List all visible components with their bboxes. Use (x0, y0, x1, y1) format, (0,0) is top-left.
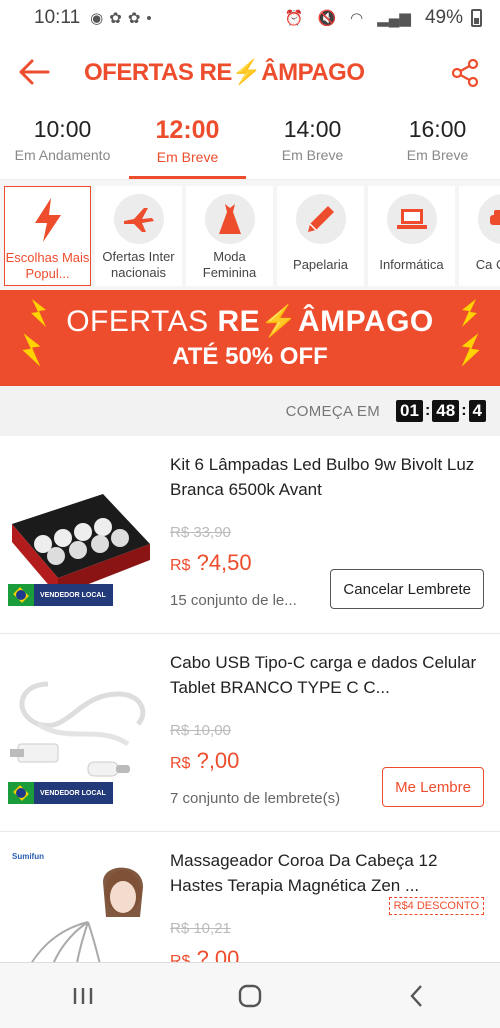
tab-1000[interactable]: 10:00 Em Andamento (0, 108, 125, 179)
tab-time: 12:00 (155, 116, 220, 144)
price-value: ?4,50 (196, 550, 252, 575)
back-icon[interactable] (397, 976, 437, 1016)
countdown-minutes: 48 (432, 400, 460, 422)
discount-badge: R$4 DESCONTO (388, 897, 484, 915)
lightning-icon (462, 299, 477, 327)
tab-status: Em Andamento (14, 147, 111, 163)
laptop-icon (386, 194, 437, 244)
system-nav-bar (0, 962, 500, 1028)
category-strip: Escolhas Mais Popul... Ofertas Inter nac… (0, 180, 500, 290)
product-item[interactable]: VENDEDOR LOCAL Kit 6 Lâmpadas Led Bulbo … (0, 436, 500, 634)
category-stationery[interactable]: Papelaria (277, 186, 364, 286)
airplane-icon (113, 194, 164, 244)
home-icon[interactable] (230, 976, 270, 1016)
banner-title-b: RE⚡ÂMPAGO (217, 305, 434, 338)
category-computers[interactable]: Informática (368, 186, 455, 286)
product-name: Kit 6 Lâmpadas Led Bulbo 9w Bivolt Luz B… (170, 455, 475, 499)
seller-badge-text: VENDEDOR LOCAL (40, 591, 106, 599)
pencil-icon (295, 194, 346, 244)
page-title: OFERTAS RE⚡ÂMPAGO (84, 59, 365, 86)
back-arrow-icon[interactable] (18, 54, 54, 90)
countdown-bar: COMEÇA EM 01 : 48 : 4 (0, 386, 500, 436)
status-bar: 10:11 ◉ ✿ ✿ • ⏰ 🔇 ◠ ▂▄▆ 49% (0, 0, 500, 36)
time-slot-tabs: 10:00 Em Andamento 12:00 Em Breve 14:00 … (0, 108, 500, 180)
tab-time: 16:00 (408, 116, 467, 142)
brazil-flag-icon (8, 584, 34, 606)
category-label: Moda Feminina (202, 249, 257, 280)
signal-icon: ▂▄▆ (377, 10, 411, 27)
tab-1600[interactable]: 16:00 Em Breve (375, 108, 500, 179)
local-seller-badge: VENDEDOR LOCAL (8, 782, 113, 804)
flash-price: R$ ?4,50 (170, 550, 252, 576)
reminder-count: 15 conjunto de le... (170, 592, 297, 609)
tab-time: 10:00 (33, 116, 92, 142)
battery-percent: 49% (424, 7, 463, 28)
countdown-separator: : (461, 402, 467, 419)
lightning-icon (31, 299, 46, 327)
tab-status: Em Breve (281, 147, 344, 163)
product-name: Massageador Coroa Da Cabeça 12 Hastes Te… (170, 851, 438, 895)
category-label: Papelaria (293, 257, 348, 272)
product-name: Cabo USB Tipo-C carga e dados Celular Ta… (170, 653, 477, 697)
category-kitchen[interactable]: Ca Cozin (459, 186, 500, 286)
local-seller-badge: VENDEDOR LOCAL (8, 584, 113, 606)
countdown-label: COMEÇA EM (285, 402, 381, 420)
price-currency: R$ (170, 755, 191, 772)
category-label: Informática (379, 257, 444, 272)
tab-status: Em Breve (406, 147, 469, 163)
alarm-icon: ⏰ (284, 10, 304, 27)
recent-apps-icon[interactable] (63, 976, 103, 1016)
notification-icon: ✿ (109, 10, 122, 27)
category-international[interactable]: Ofertas Inter nacionais (95, 186, 182, 286)
banner-subtitle: ATÉ 50% OFF (172, 343, 328, 370)
battery-icon (471, 9, 482, 27)
category-label: Ca Cozin (475, 257, 500, 272)
flash-price: R$ ?,00 (170, 748, 239, 774)
share-icon[interactable] (450, 58, 482, 90)
mute-icon: 🔇 (317, 10, 337, 27)
tab-status: Em Breve (156, 149, 219, 165)
lightning-icon (461, 333, 480, 367)
whatsapp-icon: ◉ (90, 10, 104, 27)
product-item[interactable]: VENDEDOR LOCAL Cabo USB Tipo-C carga e d… (0, 634, 500, 832)
product-image: VENDEDOR LOCAL (8, 456, 153, 606)
remind-me-button[interactable]: Me Lembre (382, 767, 484, 807)
reminder-count: 7 conjunto de lembrete(s) (170, 790, 341, 807)
countdown-separator: : (424, 402, 431, 419)
tab-1400[interactable]: 14:00 Em Breve (250, 108, 375, 179)
wifi-icon: ◠ (350, 10, 364, 27)
tab-1200[interactable]: 12:00 Em Breve (125, 108, 250, 179)
notification-icon-2: ✿ (127, 10, 141, 27)
brand-label: Sumifun (12, 852, 44, 861)
original-price: R$ 10,21 (170, 920, 231, 937)
original-price: R$ 33,90 (170, 524, 231, 541)
sofa-icon (477, 194, 500, 244)
dress-icon (204, 194, 255, 244)
countdown-seconds: 4 (468, 400, 486, 422)
cancel-reminder-button[interactable]: Cancelar Lembrete (330, 569, 484, 609)
original-price: R$ 10,00 (170, 722, 231, 739)
header: OFERTAS RE⚡ÂMPAGO (0, 36, 500, 108)
tab-time: 14:00 (283, 116, 342, 142)
category-popular[interactable]: Escolhas Mais Popul... (4, 186, 91, 286)
countdown-hours: 01 (396, 400, 423, 422)
banner-title: OFERTAS RE⚡ÂMPAGO (0, 290, 500, 339)
category-label: Escolhas Mais Popul... (5, 250, 90, 281)
price-currency: R$ (170, 557, 191, 574)
category-label: Ofertas Inter nacionais (102, 249, 175, 280)
dot-icon: • (146, 9, 152, 27)
product-image: VENDEDOR LOCAL (8, 654, 153, 804)
status-time: 10:11 (34, 7, 81, 28)
lightning-icon (23, 195, 73, 245)
seller-badge-text: VENDEDOR LOCAL (40, 789, 106, 797)
flash-sale-banner[interactable]: OFERTAS RE⚡ÂMPAGO ATÉ 50% OFF (0, 290, 500, 386)
category-women-fashion[interactable]: Moda Feminina (186, 186, 273, 286)
brazil-flag-icon (8, 782, 34, 804)
lightning-icon (22, 333, 41, 367)
banner-title-a: OFERTAS (66, 305, 218, 338)
price-value: ?,00 (196, 748, 240, 773)
